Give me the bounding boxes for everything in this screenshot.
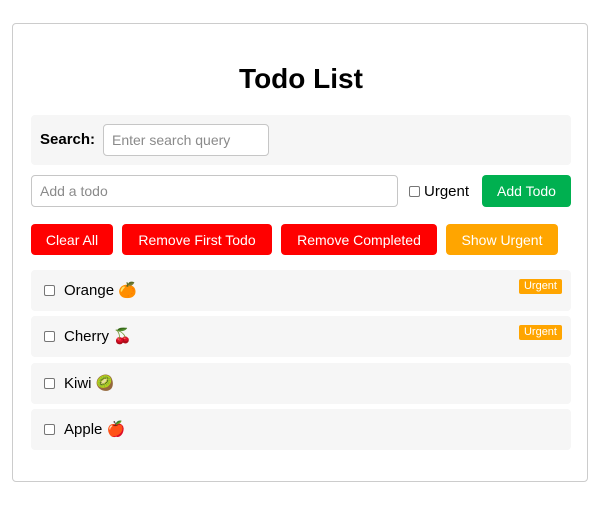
remove-first-todo-button[interactable]: Remove First Todo [122, 224, 272, 255]
add-todo-input[interactable] [31, 175, 398, 207]
urgent-checkbox[interactable] [409, 185, 420, 197]
todo-text: Kiwi 🥝 [64, 375, 115, 392]
todo-text: Orange 🍊 [64, 282, 137, 299]
search-label: Search: [40, 131, 96, 148]
urgent-badge: Urgent [518, 279, 562, 294]
urgent-label: Urgent [424, 182, 470, 200]
todo-checkbox[interactable] [44, 285, 55, 296]
todo-text: Apple 🍎 [64, 421, 126, 438]
todo-card: Todo List Search: Urgent Add Todo Clear … [12, 23, 588, 482]
page-title: Todo List [239, 63, 363, 94]
urgent-badge: Urgent [518, 325, 562, 340]
todo-item: Apple 🍎 [31, 409, 571, 450]
add-todo-button[interactable]: Add Todo [482, 175, 571, 207]
todo-checkbox[interactable] [44, 424, 55, 435]
todo-item: Cherry 🍒 Urgent [31, 316, 571, 357]
clear-all-button[interactable]: Clear All [31, 224, 113, 255]
show-urgent-button[interactable]: Show Urgent [446, 224, 558, 255]
todo-item: Orange 🍊 Urgent [31, 270, 571, 311]
todo-item: Kiwi 🥝 [31, 363, 571, 404]
todo-text: Cherry 🍒 [64, 328, 132, 345]
todo-checkbox[interactable] [44, 378, 55, 389]
search-bar: Search: [31, 115, 571, 165]
todo-checkbox[interactable] [44, 331, 55, 342]
urgent-toggle[interactable]: Urgent [409, 182, 469, 200]
remove-completed-button[interactable]: Remove Completed [281, 224, 437, 255]
search-input[interactable] [103, 124, 269, 156]
